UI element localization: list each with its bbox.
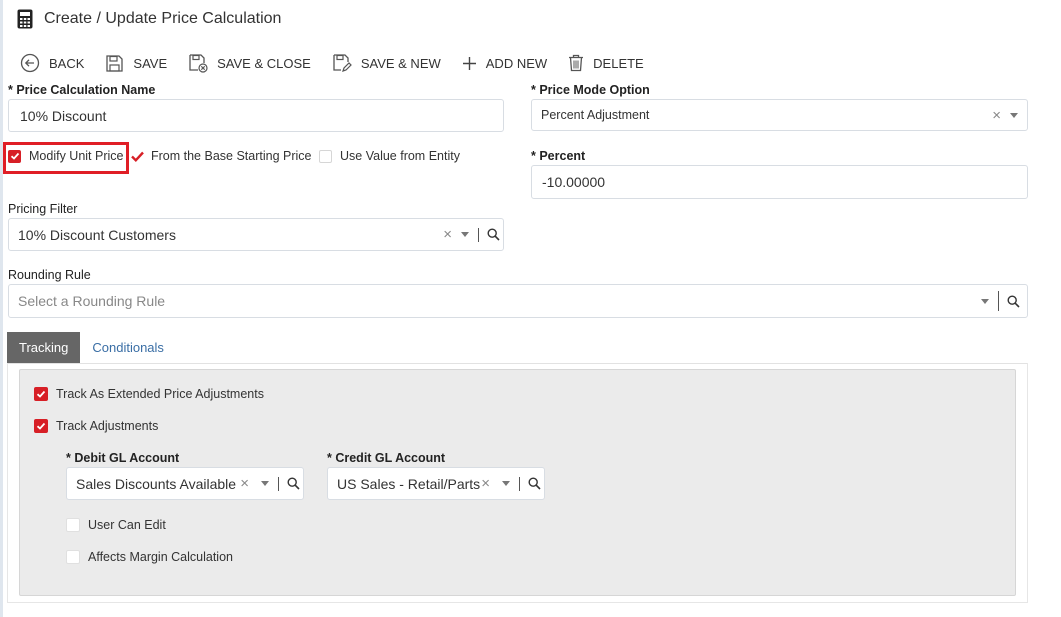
save-label: SAVE <box>133 55 168 71</box>
debit-gl-select[interactable]: Sales Discounts Available × <box>66 467 304 500</box>
save-button[interactable]: SAVE <box>105 54 167 73</box>
from-base-price-label: From the Base Starting Price <box>151 149 312 163</box>
use-value-entity-label: Use Value from Entity <box>340 149 460 163</box>
pricing-filter-select[interactable]: 10% Discount Customers × <box>8 218 504 251</box>
save-new-button[interactable]: SAVE & NEW <box>332 53 441 73</box>
track-extended-label: Track As Extended Price Adjustments <box>56 387 264 401</box>
calculator-icon <box>17 9 33 29</box>
credit-gl-select[interactable]: US Sales - Retail/Parts × <box>327 467 545 500</box>
add-new-button[interactable]: ADD NEW <box>462 56 547 71</box>
rounding-rule-label: Rounding Rule <box>8 268 91 282</box>
track-adjustments-label: Track Adjustments <box>56 419 159 433</box>
checkmark-icon[interactable] <box>131 150 144 163</box>
back-label: BACK <box>49 55 85 71</box>
affects-margin-label: Affects Margin Calculation <box>88 550 233 564</box>
divider <box>998 291 999 311</box>
chevron-down-icon[interactable] <box>261 481 269 486</box>
clear-icon[interactable]: × <box>240 475 249 492</box>
percent-value: -10.00000 <box>542 174 606 190</box>
rounding-rule-placeholder: Select a Rounding Rule <box>18 293 166 309</box>
toolbar: BACK SAVE SAVE & CLOSE SAVE & NEW ADD NE… <box>20 52 665 74</box>
checkbox-unchecked-icon[interactable] <box>319 149 332 163</box>
back-button[interactable]: BACK <box>20 53 84 73</box>
price-calc-name-value: 10% Discount <box>20 107 107 124</box>
tab-conditionals[interactable]: Conditionals <box>80 332 176 363</box>
page-header: Create / Update Price Calculation <box>17 8 281 30</box>
from-base-price-checkbox[interactable]: From the Base Starting Price <box>131 149 311 163</box>
search-icon[interactable] <box>483 225 503 245</box>
clear-icon[interactable]: × <box>481 475 490 492</box>
use-value-entity-checkbox[interactable]: Use Value from Entity <box>319 149 460 163</box>
price-mode-label: * Price Mode Option <box>531 83 650 97</box>
rounding-rule-select[interactable]: Select a Rounding Rule <box>8 284 1028 318</box>
checkbox-unchecked-icon[interactable] <box>66 550 80 564</box>
plus-icon <box>462 56 476 70</box>
back-arrow-icon <box>20 53 40 73</box>
search-icon[interactable] <box>1003 291 1023 311</box>
checkbox-checked-icon[interactable] <box>34 387 48 401</box>
affects-margin-checkbox[interactable]: Affects Margin Calculation <box>66 550 233 564</box>
checkbox-unchecked-icon[interactable] <box>66 518 80 532</box>
debit-gl-label: * Debit GL Account <box>66 451 180 465</box>
highlight-box <box>3 142 129 174</box>
track-extended-checkbox[interactable]: Track As Extended Price Adjustments <box>34 387 264 401</box>
save-close-label: SAVE & CLOSE <box>217 55 311 71</box>
divider <box>478 227 479 242</box>
page-title: Create / Update Price Calculation <box>44 10 282 27</box>
user-can-edit-label: User Can Edit <box>88 518 166 532</box>
price-calc-name-input[interactable]: 10% Discount <box>8 99 504 132</box>
credit-gl-value: US Sales - Retail/Parts <box>337 475 481 492</box>
save-new-label: SAVE & NEW <box>360 55 441 71</box>
pricing-filter-label: Pricing Filter <box>8 202 78 216</box>
trash-icon <box>569 54 584 72</box>
chevron-down-icon[interactable] <box>461 232 469 237</box>
tab-tracking[interactable]: Tracking <box>7 332 81 363</box>
track-adjustments-checkbox[interactable]: Track Adjustments <box>34 419 158 433</box>
delete-button[interactable]: DELETE <box>568 54 644 72</box>
chevron-down-icon[interactable] <box>502 481 510 486</box>
chevron-down-icon[interactable] <box>1010 112 1018 118</box>
tab-bar: Tracking Conditionals <box>7 332 176 363</box>
chevron-down-icon[interactable] <box>981 298 989 304</box>
percent-input[interactable]: -10.00000 <box>531 165 1028 199</box>
price-mode-select[interactable]: Percent Adjustment × <box>531 99 1028 131</box>
save-close-button[interactable]: SAVE & CLOSE <box>188 53 311 73</box>
search-icon[interactable] <box>524 474 544 494</box>
clear-icon[interactable]: × <box>443 226 452 243</box>
left-edge-bar <box>0 0 3 617</box>
checkbox-checked-icon[interactable] <box>34 419 48 433</box>
percent-label: * Percent <box>531 149 586 163</box>
price-calc-name-label: * Price Calculation Name <box>8 83 156 97</box>
credit-gl-label: * Credit GL Account <box>327 451 446 465</box>
divider <box>278 476 279 491</box>
debit-gl-value: Sales Discounts Available <box>76 475 237 492</box>
clear-icon[interactable]: × <box>992 107 1001 124</box>
save-new-icon <box>333 54 352 72</box>
search-icon[interactable] <box>283 474 303 494</box>
pricing-filter-value: 10% Discount Customers <box>18 226 176 243</box>
delete-label: DELETE <box>593 55 644 71</box>
save-close-icon <box>189 54 208 73</box>
floppy-disk-icon <box>106 54 124 72</box>
user-can-edit-checkbox[interactable]: User Can Edit <box>66 518 166 532</box>
add-new-label: ADD NEW <box>485 55 548 71</box>
price-mode-value: Percent Adjustment <box>541 108 650 122</box>
divider <box>519 476 520 491</box>
